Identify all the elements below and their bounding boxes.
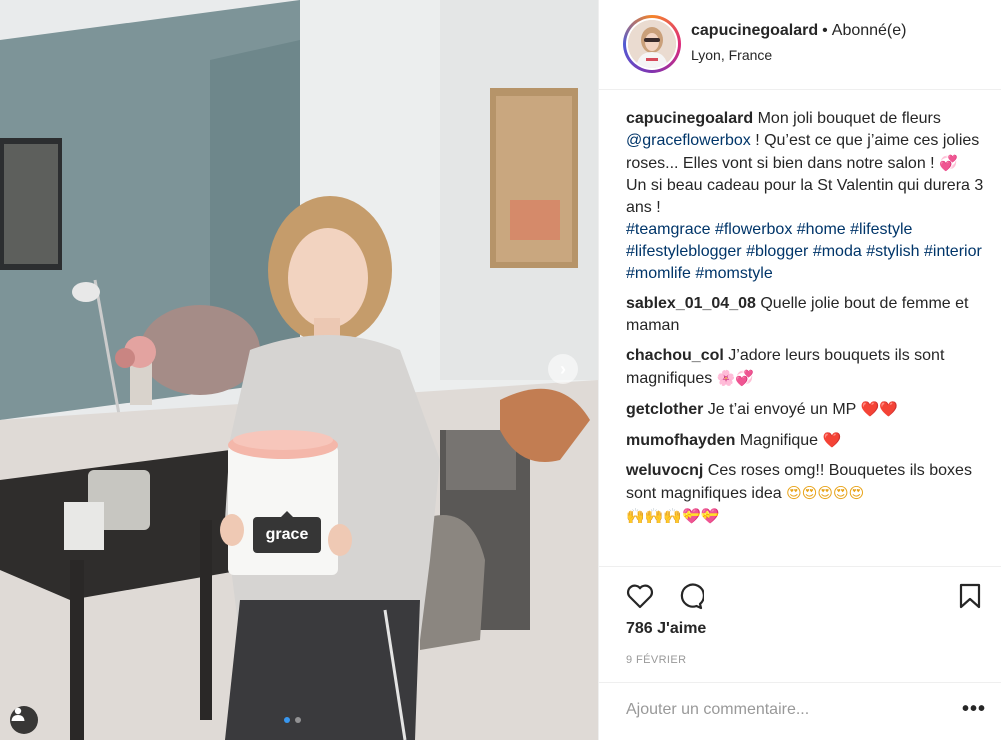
carousel-dot-active	[284, 717, 290, 723]
comment-emoji: 🙌🙌🙌💝💝	[626, 507, 720, 525]
comment-item: mumofhayden Magnifique ❤️	[626, 429, 986, 452]
caption-text: Mon joli bouquet de fleurs	[753, 110, 941, 127]
comment-input[interactable]	[626, 701, 946, 719]
comment-username[interactable]: mumofhayden	[626, 432, 735, 449]
comment-item: getclother Je t’ai envoyé un MP ❤️❤️	[626, 398, 986, 421]
comment-username[interactable]: weluvocnj	[626, 462, 703, 479]
hashtag-link[interactable]: #moda	[813, 243, 862, 260]
hashtag-link[interactable]: #flowerbox	[715, 221, 792, 238]
hashtag-link[interactable]: #stylish	[866, 243, 919, 260]
header-info: capucinegoalard • Abonné(e) Lyon, France	[691, 22, 906, 63]
comment-emoji: ❤️❤️	[860, 400, 898, 418]
comment-bubble-icon	[680, 583, 704, 610]
mention-link[interactable]: @graceflowerbox	[626, 132, 751, 149]
photo-tag-label[interactable]: grace	[253, 511, 321, 553]
action-bar	[599, 566, 1001, 610]
header-username[interactable]: capucinegoalard	[691, 22, 818, 39]
hashtag-link[interactable]: #home	[797, 221, 846, 238]
header-separator: •	[822, 22, 828, 39]
comment-emoji: ❤️	[822, 431, 842, 449]
comment-emoji: 🌸💞	[716, 369, 755, 387]
hashtag-link[interactable]: #lifestyleblogger	[626, 243, 742, 260]
follow-status-button[interactable]: Abonné(e)	[832, 22, 907, 39]
comment-username[interactable]: chachou_col	[626, 347, 724, 364]
caption-text: Un si beau cadeau pour la St Valentin qu…	[626, 177, 984, 216]
carousel-indicator	[284, 717, 301, 723]
hashtag-link[interactable]: #interior	[924, 243, 982, 260]
photo-illustration	[0, 0, 598, 740]
hashtag-link[interactable]: #lifestyle	[850, 221, 912, 238]
hashtag-link[interactable]: #blogger	[746, 243, 808, 260]
instagram-post-view: grace › capucinegoalard • Abonné(e) Lyon…	[0, 0, 1001, 740]
chevron-right-icon: ›	[560, 358, 566, 379]
save-button[interactable]	[955, 581, 985, 611]
post-side-panel: capucinegoalard • Abonné(e) Lyon, France c…	[598, 0, 1001, 740]
story-ring[interactable]	[623, 15, 681, 73]
hashtag-link[interactable]: #teamgrace	[626, 221, 711, 238]
person-icon	[11, 707, 25, 721]
hashtag-link[interactable]: #momlife	[626, 265, 691, 282]
post-header: capucinegoalard • Abonné(e) Lyon, France	[599, 0, 1001, 90]
comment-username[interactable]: sablex_01_04_08	[626, 295, 756, 312]
comment-username[interactable]: getclother	[626, 401, 703, 418]
comment-item: weluvocnj Ces roses omg!! Bouquetes ils …	[626, 460, 986, 528]
comment-item: chachou_col J’adore leurs bouquets ils s…	[626, 345, 986, 390]
comment-text: Magnifique	[735, 432, 823, 449]
hashtag-link[interactable]: #momstyle	[695, 265, 772, 282]
caption: capucinegoalard Mon joli bouquet de fleu…	[626, 108, 986, 285]
tagged-users-button[interactable]	[10, 706, 38, 734]
carousel-next-button[interactable]: ›	[548, 354, 578, 384]
avatar-image	[628, 20, 676, 68]
like-button[interactable]	[625, 581, 655, 611]
comments-list: capucinegoalard Mon joli bouquet de fleu…	[626, 108, 986, 536]
post-photo[interactable]: grace ›	[0, 0, 598, 740]
more-options-button[interactable]: •••	[962, 699, 986, 719]
post-date[interactable]: 9 FÉVRIER	[626, 654, 686, 666]
location-link[interactable]: Lyon, France	[691, 47, 906, 63]
avatar[interactable]	[628, 20, 676, 68]
comment-form: •••	[599, 682, 1001, 741]
comment-emoji: 😍😍😍😍😍	[786, 484, 865, 502]
heart-outline-icon	[626, 584, 654, 609]
caption-username[interactable]: capucinegoalard	[626, 110, 753, 127]
comment-item: sablex_01_04_08 Quelle jolie bout de fem…	[626, 293, 986, 337]
bookmark-icon	[959, 583, 981, 609]
comment-text: Je t’ai envoyé un MP	[703, 401, 861, 418]
carousel-dot	[295, 717, 301, 723]
comment-button[interactable]	[675, 581, 705, 611]
caption-emoji: 💞	[939, 154, 958, 172]
likes-count[interactable]: 786 J'aime	[626, 620, 706, 638]
